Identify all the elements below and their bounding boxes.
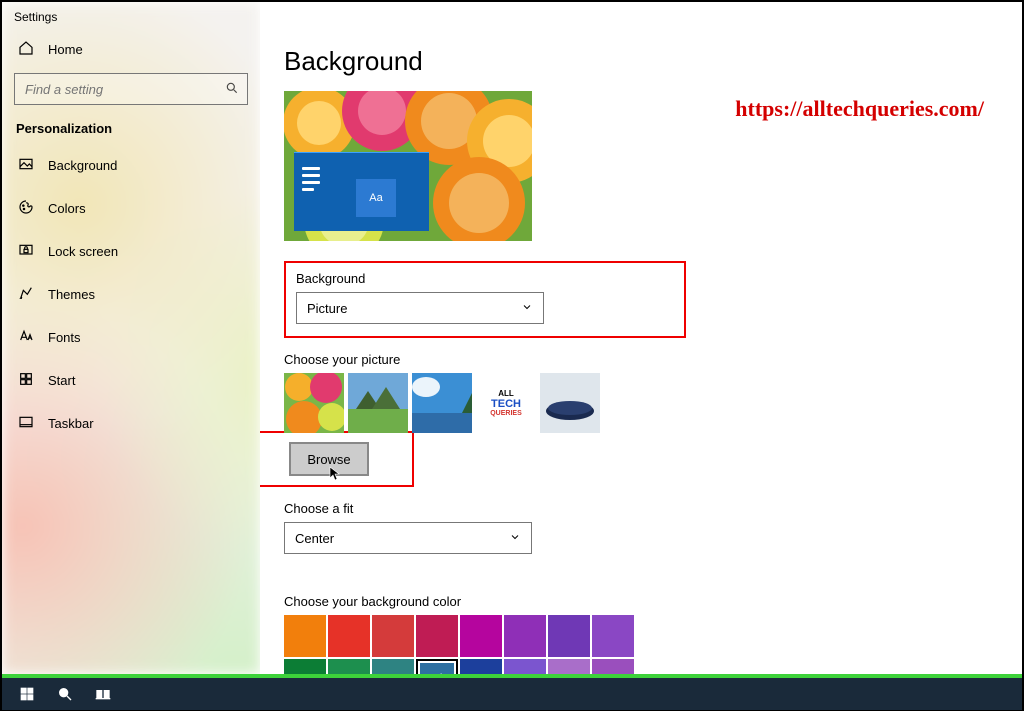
- search-input-wrap[interactable]: [14, 73, 248, 105]
- color-swatch[interactable]: [548, 659, 590, 674]
- fonts-icon: [18, 328, 34, 347]
- color-swatch[interactable]: [328, 615, 370, 657]
- nav-lock-screen[interactable]: Lock screen: [2, 230, 260, 273]
- nav-label: Colors: [48, 201, 86, 216]
- nav-label: Themes: [48, 287, 95, 302]
- color-swatch[interactable]: [416, 659, 458, 674]
- background-dropdown[interactable]: Picture: [296, 292, 544, 324]
- palette-icon: [18, 199, 34, 218]
- background-label: Background: [296, 271, 544, 286]
- color-swatch[interactable]: [284, 615, 326, 657]
- color-swatch[interactable]: [548, 615, 590, 657]
- nav-taskbar[interactable]: Taskbar: [2, 402, 260, 445]
- nav-label: Lock screen: [48, 244, 118, 259]
- search-input[interactable]: [23, 81, 207, 98]
- nav-start[interactable]: Start: [2, 359, 260, 402]
- picture-thumb-5[interactable]: [540, 373, 600, 433]
- lock-screen-icon: [18, 242, 34, 261]
- window-title: Settings: [2, 2, 260, 30]
- task-view-button[interactable]: [84, 678, 122, 710]
- color-swatch[interactable]: [416, 615, 458, 657]
- browse-label: Browse: [307, 452, 350, 467]
- taskbar: [2, 678, 1022, 710]
- choose-picture-label: Choose your picture: [284, 352, 998, 367]
- background-color-label: Choose your background color: [284, 594, 998, 609]
- picture-thumb-3[interactable]: [412, 373, 472, 433]
- home-icon: [18, 40, 34, 59]
- fit-dropdown[interactable]: Center: [284, 522, 532, 554]
- home-button[interactable]: Home: [2, 30, 260, 69]
- picture-thumb-2[interactable]: [348, 373, 408, 433]
- taskbar-icon: [18, 414, 34, 433]
- search-icon: [225, 81, 239, 98]
- chevron-down-icon: [521, 301, 533, 316]
- nav-label: Start: [48, 373, 75, 388]
- color-swatch[interactable]: [284, 659, 326, 674]
- taskbar-search[interactable]: [46, 678, 84, 710]
- color-swatch[interactable]: [504, 659, 546, 674]
- section-title: Personalization: [2, 115, 260, 144]
- color-swatch[interactable]: [592, 659, 634, 674]
- color-swatch[interactable]: [460, 659, 502, 674]
- browse-button[interactable]: Browse: [289, 442, 369, 476]
- cursor-icon: [329, 466, 343, 485]
- nav-fonts[interactable]: Fonts: [2, 316, 260, 359]
- themes-icon: [18, 285, 34, 304]
- nav-colors[interactable]: Colors: [2, 187, 260, 230]
- desktop-preview: Aa: [284, 91, 532, 241]
- color-swatch[interactable]: [460, 615, 502, 657]
- color-swatch[interactable]: [592, 615, 634, 657]
- start-icon: [18, 371, 34, 390]
- picture-thumb-1[interactable]: [284, 373, 344, 433]
- nav-label: Taskbar: [48, 416, 94, 431]
- background-group-highlight: Background Picture: [284, 261, 686, 338]
- nav-background[interactable]: Background: [2, 144, 260, 187]
- color-swatches: [284, 615, 644, 674]
- picture-icon: [18, 156, 34, 175]
- fit-label: Choose a fit: [284, 501, 998, 516]
- nav-themes[interactable]: Themes: [2, 273, 260, 316]
- nav-label: Fonts: [48, 330, 81, 345]
- watermark-url: https://alltechqueries.com/: [735, 96, 984, 122]
- fit-value: Center: [295, 531, 334, 546]
- color-swatch[interactable]: [328, 659, 370, 674]
- main-content: https://alltechqueries.com/ Background A…: [260, 2, 1022, 674]
- page-title: Background: [284, 46, 998, 77]
- nav-label: Background: [48, 158, 117, 173]
- color-swatch[interactable]: [372, 615, 414, 657]
- picture-thumb-4[interactable]: ALL TECH QUERIES: [476, 373, 536, 433]
- start-button[interactable]: [8, 678, 46, 710]
- background-value: Picture: [307, 301, 347, 316]
- preview-sample-text: Aa: [356, 179, 396, 217]
- color-swatch[interactable]: [504, 615, 546, 657]
- chevron-down-icon: [509, 531, 521, 546]
- home-label: Home: [48, 42, 83, 57]
- browse-highlight: Browse: [260, 431, 414, 487]
- color-swatch[interactable]: [372, 659, 414, 674]
- sidebar: Settings Home Personalization Background…: [2, 2, 260, 674]
